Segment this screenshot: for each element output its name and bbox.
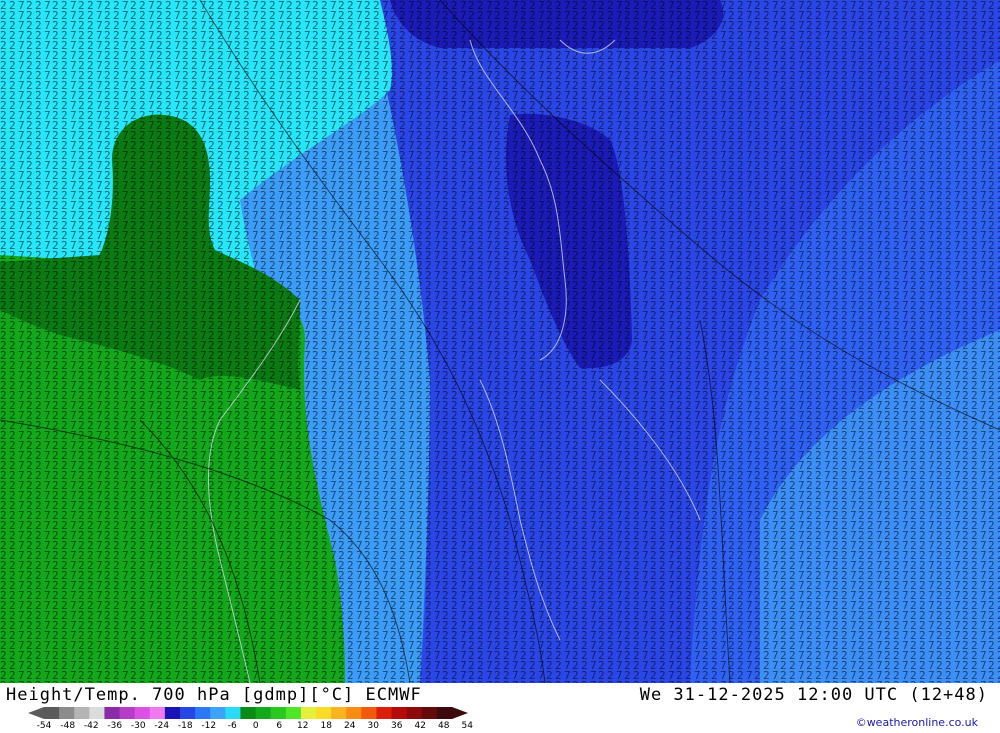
scale-tick-label: 30 [367, 721, 379, 731]
scale-swatch [44, 707, 60, 719]
scale-tick-label: 36 [391, 721, 403, 731]
scale-swatch [346, 707, 362, 719]
color-scale-bar [28, 707, 468, 719]
scale-swatch [285, 707, 302, 719]
scale-swatch [270, 707, 287, 719]
scale-tick-label: -36 [107, 721, 123, 731]
scale-tick-label: 42 [414, 721, 426, 731]
scale-swatch [180, 707, 196, 719]
scale-swatch [164, 707, 181, 719]
weather-map: 2 2 7 [0, 0, 1000, 683]
scale-swatch [149, 707, 166, 719]
product-title: Height/Temp. 700 hPa [gdmp][°C] ECMWF [6, 685, 422, 705]
scale-swatch [331, 707, 347, 719]
contour-digit-overlay [0, 0, 1000, 683]
scale-swatch [391, 707, 408, 719]
scale-swatch [59, 707, 75, 719]
scale-tick-label: 54 [461, 721, 473, 731]
scale-tick-label: -48 [60, 721, 76, 731]
scale-swatch [134, 707, 151, 719]
scale-swatch [74, 707, 90, 719]
scale-tick-label: -42 [83, 721, 99, 731]
scale-swatch [421, 707, 438, 719]
scale-swatch [119, 707, 136, 719]
valid-time: We 31-12-2025 12:00 UTC (12+48) [639, 685, 988, 705]
scale-arrow-left [28, 707, 44, 719]
scale-swatch [376, 707, 393, 719]
scale-swatch [195, 707, 211, 719]
scale-tick-label: -54 [36, 721, 52, 731]
scale-tick-label: -18 [177, 721, 193, 731]
scale-swatch [255, 707, 272, 719]
scale-swatch [89, 707, 105, 719]
footer-bar: Height/Temp. 700 hPa [gdmp][°C] ECMWF We… [0, 683, 1000, 733]
scale-swatch [240, 707, 257, 719]
scale-tick-label: -24 [154, 721, 170, 731]
scale-swatch [300, 707, 317, 719]
scale-swatch [361, 707, 377, 719]
scale-tick-label: 24 [344, 721, 356, 731]
scale-tick-label: 6 [276, 721, 283, 731]
scale-swatch [316, 707, 332, 719]
scale-swatch [104, 707, 121, 719]
scale-swatch [225, 707, 241, 719]
scale-tick-label: -30 [130, 721, 146, 731]
scale-tick-label: -6 [227, 721, 237, 731]
color-scale-ticks: -54 -48 -42 -36 -30 -24 -18 -12 -6 0 6 12 18 24 30 36 42… [32, 721, 479, 731]
scale-swatch [406, 707, 423, 719]
scale-tick-label: 12 [297, 721, 309, 731]
credit-link[interactable]: ©weatheronline.co.uk [856, 716, 978, 729]
scale-arrow-right [452, 707, 468, 719]
scale-swatch [436, 707, 453, 719]
scale-tick-label: 18 [320, 721, 332, 731]
scale-tick-label: 0 [252, 721, 259, 731]
map-canvas: 2 2 7 [0, 0, 1000, 683]
scale-tick-label: 48 [438, 721, 450, 731]
scale-tick-label: -12 [201, 721, 217, 731]
scale-swatch [210, 707, 226, 719]
